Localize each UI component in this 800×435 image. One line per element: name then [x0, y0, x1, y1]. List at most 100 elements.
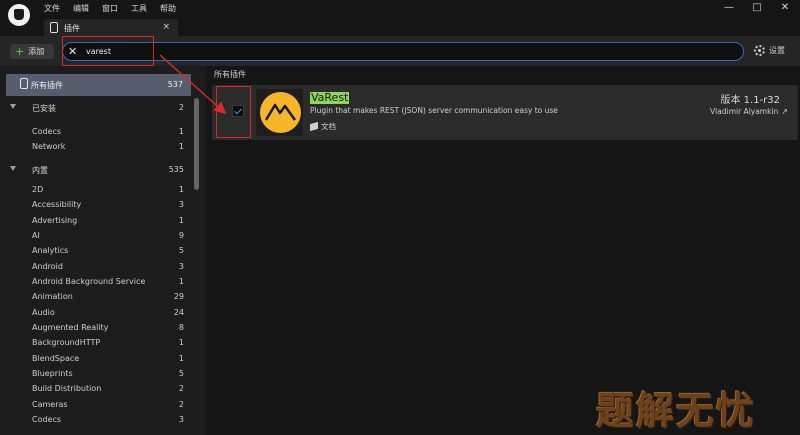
sidebar-item-label: Build Distribution: [32, 384, 102, 393]
menu-edit[interactable]: 编辑: [73, 3, 89, 14]
sidebar-item[interactable]: Build Distribution 2: [0, 381, 190, 396]
sidebar-scrollbar[interactable]: [194, 98, 199, 190]
category-sidebar: 所有插件 537 已安装 2 Codecs 1 Network 1 内置 535 2D 1 Acce…: [0, 66, 206, 435]
sidebar-item-all-plugins[interactable]: 所有插件 537: [6, 74, 191, 96]
plugin-card-varest[interactable]: VaRest Plugin that makes REST (JSON) ser…: [212, 85, 798, 140]
plugin-author-link[interactable]: Vladimir Alyamkin ↗: [710, 107, 788, 116]
sidebar-item-count: 3: [178, 415, 184, 424]
docs-label: 文档: [321, 122, 336, 131]
gear-icon: [754, 45, 765, 56]
sidebar-item-count: 1: [178, 127, 184, 136]
book-icon: [310, 121, 318, 132]
sidebar-item-count: 2: [178, 103, 184, 112]
menu-file[interactable]: 文件: [44, 3, 60, 14]
annotation-box-checkbox: [216, 86, 251, 138]
sidebar-item[interactable]: Android Background Service 1: [0, 274, 190, 289]
docs-link[interactable]: 文档: [310, 121, 336, 132]
sidebar-item-count: 9: [178, 231, 184, 240]
settings-button[interactable]: 设置: [754, 45, 785, 56]
sidebar-item-label: Accessibility: [32, 200, 82, 209]
sidebar-item-label: 所有插件: [31, 81, 63, 90]
plugin-version: 版本 1.1-r32: [720, 95, 780, 106]
sidebar-item[interactable]: Animation 29: [0, 289, 190, 304]
mountain-logo-icon: [260, 92, 301, 133]
sidebar-item-label: Audio: [32, 308, 55, 317]
maximize-icon[interactable]: □: [752, 2, 762, 13]
tab-plugins[interactable]: 插件 ×: [44, 19, 178, 36]
sidebar-item-label: Animation: [32, 292, 73, 301]
sidebar-item-label: 2D: [32, 185, 44, 194]
sidebar-item-label: 内置: [32, 166, 48, 175]
tab-close-icon[interactable]: ×: [162, 22, 170, 32]
external-link-icon: ↗: [781, 107, 788, 116]
sidebar-item[interactable]: 2D 1: [0, 182, 190, 197]
sidebar-item-label: Codecs: [32, 127, 62, 136]
sidebar-item-count: 2: [178, 384, 184, 393]
annotation-box-search: [62, 36, 154, 66]
sidebar-item[interactable]: Accessibility 3: [0, 197, 190, 212]
minimize-icon[interactable]: —: [724, 2, 734, 13]
sidebar-item-count: 24: [173, 308, 184, 317]
sidebar-item-label: AI: [32, 231, 40, 240]
sidebar-item[interactable]: BackgroundHTTP 1: [0, 335, 190, 350]
sidebar-item-count: 29: [173, 292, 184, 301]
unreal-logo-icon[interactable]: [8, 4, 30, 26]
title-bar: 文件 编辑 窗口 工具 帮助 — □ ✕: [0, 0, 800, 26]
sidebar-item[interactable]: AI 9: [0, 228, 190, 243]
author-name: Vladimir Alyamkin: [710, 107, 779, 116]
sidebar-item-count: 5: [178, 246, 184, 255]
search-input[interactable]: ✕ varest: [62, 42, 744, 61]
sidebar-item-label: 已安装: [32, 104, 56, 113]
sidebar-item-label: Advertising: [32, 216, 78, 225]
add-button[interactable]: + 添加: [10, 44, 54, 59]
sidebar-item[interactable]: Codecs 1: [0, 124, 190, 139]
sidebar-item-count: 1: [178, 142, 184, 151]
sidebar-item-label: Android: [32, 262, 63, 271]
plug-icon: [20, 78, 28, 89]
sidebar-item-count: 1: [178, 277, 184, 286]
menu-help[interactable]: 帮助: [160, 3, 176, 14]
sidebar-item[interactable]: Android 3: [0, 259, 190, 274]
sidebar-item[interactable]: Cameras 2: [0, 397, 190, 412]
sidebar-item-count: 3: [178, 262, 184, 271]
menu-window[interactable]: 窗口: [102, 3, 118, 14]
sidebar-item[interactable]: Blueprints 5: [0, 366, 190, 381]
sidebar-item-label: BlendSpace: [32, 354, 80, 363]
sidebar-item-count: 1: [178, 216, 184, 225]
sidebar-item[interactable]: BlendSpace 1: [0, 351, 190, 366]
sidebar-item-label: BackgroundHTTP: [32, 338, 101, 347]
sidebar-item[interactable]: Network 1: [0, 139, 190, 154]
sidebar-item-label: Augmented Reality: [32, 323, 109, 332]
sidebar-item-label: Blueprints: [32, 369, 73, 378]
tab-label: 插件: [64, 24, 80, 33]
sidebar-item[interactable]: Augmented Reality 8: [0, 320, 190, 335]
sidebar-item[interactable]: Advertising 1: [0, 213, 190, 228]
sidebar-item-count: 535: [168, 165, 184, 174]
plus-icon: +: [15, 45, 25, 58]
sidebar-item-count: 8: [178, 323, 184, 332]
sidebar-item[interactable]: Codecs 3: [0, 412, 190, 427]
plug-icon: [50, 22, 58, 33]
plugin-description: Plugin that makes REST (JSON) server com…: [310, 106, 558, 115]
panel-header: 所有插件: [214, 70, 246, 79]
sidebar-item[interactable]: Analytics 5: [0, 243, 190, 258]
window-controls: — □ ✕: [724, 2, 790, 13]
sidebar-item-label: Analytics: [32, 246, 69, 255]
sidebar-item-label: Cameras: [32, 400, 68, 409]
sidebar-section[interactable]: 内置 535: [0, 162, 190, 177]
menu-tools[interactable]: 工具: [131, 3, 147, 14]
sidebar-item-count: 2: [178, 400, 184, 409]
close-window-icon[interactable]: ✕: [780, 2, 790, 13]
collapse-arrow-icon[interactable]: [10, 104, 16, 109]
settings-label: 设置: [769, 46, 785, 55]
sidebar-item-count: 3: [178, 200, 184, 209]
sidebar-item-count: 537: [167, 80, 183, 89]
sidebar-item[interactable]: Audio 24: [0, 305, 190, 320]
sidebar-item-label: Android Background Service: [32, 277, 146, 286]
sidebar-item-label: Network: [32, 142, 66, 151]
watermark: 题解无忧: [596, 389, 757, 433]
collapse-arrow-icon[interactable]: [10, 166, 16, 171]
sidebar-section[interactable]: 已安装 2: [0, 100, 190, 115]
sidebar-item-count: 5: [178, 369, 184, 378]
sidebar-item-count: 1: [178, 354, 184, 363]
